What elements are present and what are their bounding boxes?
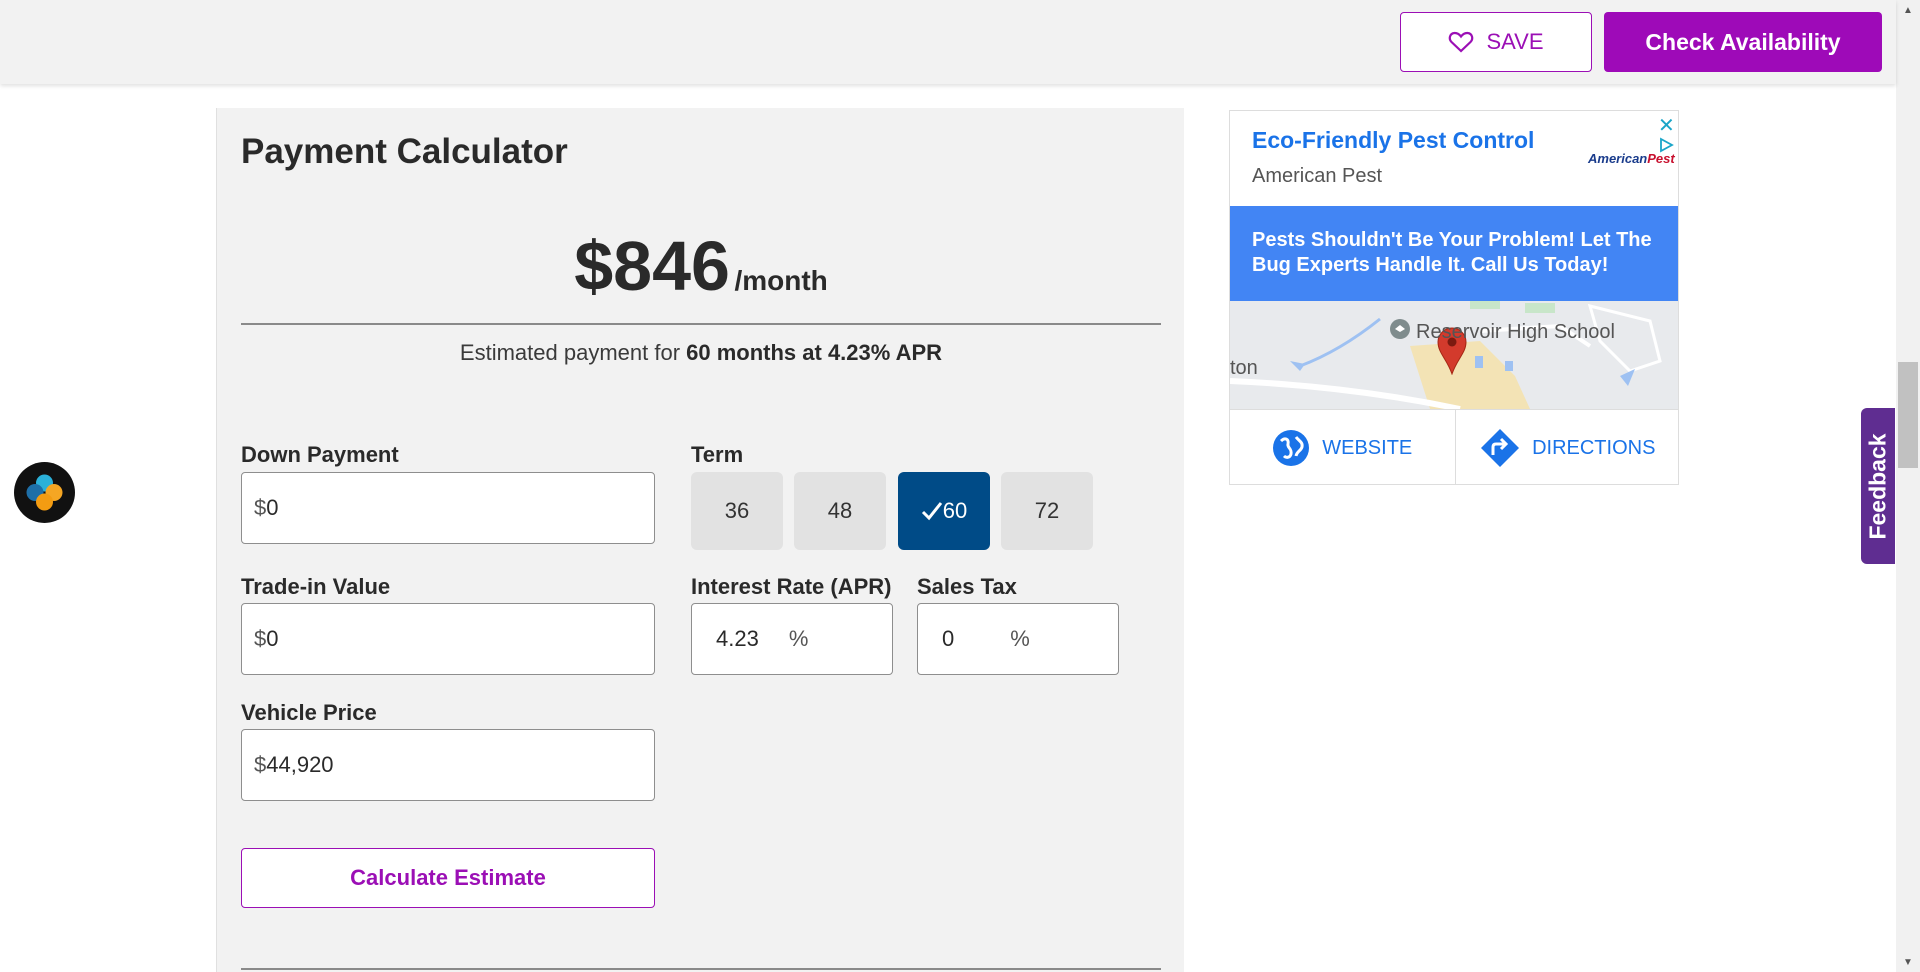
sales-tax-input[interactable]: 0% — [917, 603, 1119, 675]
calculate-estimate-button[interactable]: Calculate Estimate — [241, 848, 655, 908]
floating-chat-icon[interactable] — [14, 462, 75, 523]
save-button[interactable]: SAVE — [1400, 12, 1592, 72]
check-availability-button[interactable]: Check Availability — [1604, 12, 1882, 72]
sales-tax-value: 0 — [942, 626, 955, 651]
close-icon[interactable]: ✕ — [1658, 113, 1675, 138]
down-payment-input[interactable]: $0 — [241, 472, 655, 544]
term-option-60[interactable]: 60 — [898, 472, 990, 550]
ad-map[interactable]: Reservoir High School ton — [1230, 301, 1678, 409]
vehicle-price-value: 44,920 — [266, 752, 334, 777]
map-label: Reservoir High School — [1416, 321, 1615, 343]
colorful-dots-icon — [26, 474, 63, 511]
heart-icon — [1449, 31, 1474, 53]
interest-rate-input[interactable]: 4.23% — [691, 603, 893, 675]
trade-in-input[interactable]: $0 — [241, 603, 655, 675]
advertiser-logo: AmericanPest — [1588, 151, 1675, 166]
calculator-title: Payment Calculator — [241, 132, 568, 171]
estimate-prefix: Estimated payment for — [459, 340, 687, 365]
directions-icon — [1481, 429, 1520, 467]
feedback-tab[interactable]: Feedback — [1861, 408, 1895, 564]
adchoices-icon[interactable] — [1658, 137, 1674, 153]
divider — [241, 323, 1161, 325]
vehicle-price-input[interactable]: $44,920 — [241, 729, 655, 801]
scroll-down-arrow-icon[interactable]: ▼ — [1896, 952, 1920, 972]
ad-actions: WEBSITE DIRECTIONS — [1230, 409, 1679, 484]
divider — [241, 968, 1161, 970]
currency-symbol: $ — [254, 495, 267, 520]
percent-sign: % — [1010, 626, 1030, 651]
map-label-left: ton — [1230, 357, 1258, 379]
monthly-payment: $846 /month — [217, 226, 1185, 306]
advertisement[interactable]: Eco-Friendly Pest Control American Pest … — [1229, 110, 1679, 485]
term-option-36[interactable]: 36 — [691, 472, 783, 550]
top-bar: SAVE Check Availability — [0, 0, 1896, 84]
monthly-unit: /month — [734, 265, 828, 296]
ad-directions-button[interactable]: DIRECTIONS — [1454, 410, 1679, 484]
vehicle-price-label: Vehicle Price — [241, 700, 377, 725]
trade-in-label: Trade-in Value — [241, 574, 391, 599]
monthly-amount: $846 — [574, 227, 730, 305]
currency-symbol: $ — [254, 752, 267, 777]
interest-rate-label: Interest Rate (APR) — [691, 574, 892, 599]
payment-calculator: Payment Calculator $846 /month Estimated… — [216, 108, 1184, 972]
feedback-label: Feedback — [1864, 432, 1891, 540]
ad-header[interactable]: Eco-Friendly Pest Control American Pest … — [1230, 111, 1678, 205]
website-label: WEBSITE — [1322, 436, 1413, 459]
scroll-up-arrow-icon[interactable]: ▲ — [1896, 0, 1920, 20]
checkmark-icon — [921, 502, 942, 521]
ad-website-button[interactable]: WEBSITE — [1230, 410, 1455, 484]
scrollbar-thumb[interactable] — [1898, 362, 1918, 468]
estimate-detail: 60 months at 4.23% APR — [686, 340, 943, 365]
ad-banner[interactable]: Pests Shouldn't Be Your Problem! Let The… — [1230, 206, 1678, 301]
interest-rate-value: 4.23 — [716, 626, 759, 651]
globe-icon — [1273, 430, 1310, 466]
trade-in-value: 0 — [266, 626, 279, 651]
term-option-48[interactable]: 48 — [794, 472, 886, 550]
term-label: Term — [691, 442, 744, 467]
ad-advertiser: American Pest — [1252, 165, 1383, 187]
down-payment-value: 0 — [266, 495, 279, 520]
term-option-60-label: 60 — [942, 498, 968, 523]
estimate-summary: Estimated payment for 60 months at 4.23%… — [217, 340, 1185, 366]
term-option-72[interactable]: 72 — [1001, 472, 1093, 550]
percent-sign: % — [788, 626, 809, 651]
save-label: SAVE — [1486, 29, 1544, 54]
currency-symbol: $ — [254, 626, 267, 651]
sales-tax-label: Sales Tax — [917, 574, 1017, 599]
directions-label: DIRECTIONS — [1532, 436, 1656, 459]
ad-title[interactable]: Eco-Friendly Pest Control — [1252, 127, 1534, 154]
down-payment-label: Down Payment — [241, 442, 399, 467]
page-scrollbar[interactable]: ▲ ▼ — [1896, 0, 1920, 972]
